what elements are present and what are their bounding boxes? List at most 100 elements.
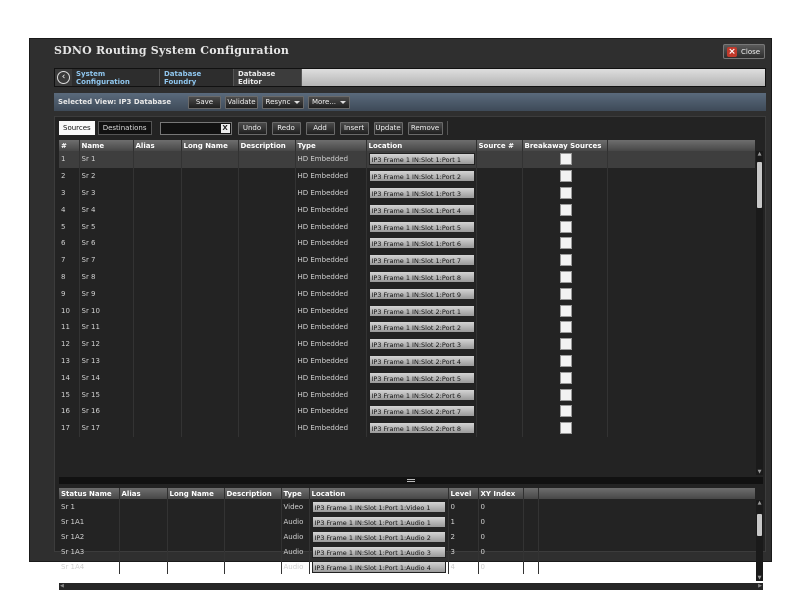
- source-alias[interactable]: [133, 268, 182, 286]
- source-type[interactable]: HD Embedded: [295, 386, 367, 403]
- sources-column-header[interactable]: Type: [295, 140, 367, 151]
- source-type[interactable]: HD Embedded: [295, 285, 367, 303]
- source-number[interactable]: [476, 302, 523, 319]
- tab-sources[interactable]: Sources: [59, 121, 95, 135]
- source-long-name[interactable]: [181, 218, 239, 235]
- source-description[interactable]: [238, 218, 296, 235]
- table-row[interactable]: 8 Sr 8 HD Embedded IP3 Frame 1 IN:Slot 1:Po…: [59, 268, 755, 286]
- source-alias[interactable]: [133, 335, 182, 353]
- details-column-header[interactable]: Location: [309, 488, 449, 499]
- breakaway-checkbox[interactable]: [559, 304, 572, 317]
- table-row[interactable]: Sr 1A3 Audio IP3 Frame 1 IN:Slot 1:Port 1:…: [59, 544, 755, 559]
- detail-long-name[interactable]: [167, 499, 225, 514]
- source-number[interactable]: [476, 184, 523, 202]
- detail-level[interactable]: 0: [448, 499, 479, 514]
- source-name[interactable]: Sr 7: [79, 251, 134, 269]
- detail-type[interactable]: Audio: [281, 514, 310, 529]
- source-name[interactable]: Sr 13: [79, 352, 134, 370]
- table-row[interactable]: Sr 1A1 Audio IP3 Frame 1 IN:Slot 1:Port 1:…: [59, 514, 755, 529]
- breakaway-checkbox[interactable]: [559, 170, 572, 183]
- breakaway-checkbox[interactable]: [559, 405, 572, 418]
- table-row[interactable]: 3 Sr 3 HD Embedded IP3 Frame 1 IN:Slot 1:Po…: [59, 184, 755, 202]
- source-alias[interactable]: [133, 302, 182, 319]
- source-type[interactable]: HD Embedded: [295, 201, 367, 219]
- source-location-button[interactable]: IP3 Frame 1 IN:Slot 2:Port 2: [368, 321, 475, 334]
- source-number[interactable]: [476, 386, 523, 403]
- details-column-header[interactable]: Level: [448, 488, 479, 499]
- source-alias[interactable]: [133, 167, 182, 185]
- source-description[interactable]: [238, 285, 296, 303]
- detail-type[interactable]: Audio: [281, 544, 310, 559]
- source-number[interactable]: [476, 369, 523, 387]
- source-long-name[interactable]: [181, 386, 239, 403]
- details-column-header[interactable]: XY Index: [478, 488, 524, 499]
- resync-button[interactable]: Resync: [262, 95, 304, 109]
- source-number[interactable]: [476, 268, 523, 286]
- detail-alias[interactable]: [119, 559, 168, 574]
- detail-long-name[interactable]: [167, 544, 225, 559]
- source-number[interactable]: [476, 218, 523, 235]
- source-name[interactable]: Sr 11: [79, 318, 134, 336]
- source-location-button[interactable]: IP3 Frame 1 IN:Slot 1:Port 3: [368, 186, 475, 199]
- detail-location-button[interactable]: IP3 Frame 1 IN:Slot 1:Port 1:Video 1: [311, 500, 446, 513]
- source-description[interactable]: [238, 184, 296, 202]
- sources-column-header[interactable]: Breakaway Sources: [522, 140, 608, 151]
- detail-long-name[interactable]: [167, 514, 225, 529]
- source-description[interactable]: [238, 419, 296, 437]
- more-button[interactable]: More...: [308, 95, 350, 109]
- source-type[interactable]: HD Embedded: [295, 402, 367, 420]
- source-location-button[interactable]: IP3 Frame 1 IN:Slot 2:Port 3: [368, 338, 475, 351]
- source-name[interactable]: Sr 12: [79, 335, 134, 353]
- detail-xy-index[interactable]: 0: [478, 544, 524, 559]
- source-type[interactable]: HD Embedded: [295, 218, 367, 235]
- scroll-down-icon[interactable]: ▼: [756, 575, 763, 581]
- detail-location-button[interactable]: IP3 Frame 1 IN:Slot 1:Port 1:Audio 4: [311, 560, 446, 573]
- add-button[interactable]: Add: [305, 121, 335, 135]
- source-type[interactable]: HD Embedded: [295, 251, 367, 269]
- source-number[interactable]: [476, 318, 523, 336]
- details-scrollbar[interactable]: ▲ ▼: [756, 500, 763, 581]
- source-alias[interactable]: [133, 184, 182, 202]
- breakaway-checkbox[interactable]: [559, 153, 572, 166]
- table-row[interactable]: 14 Sr 14 HD Embedded IP3 Frame 1 IN:Slot 2:…: [59, 369, 755, 387]
- breakaway-checkbox[interactable]: [559, 237, 572, 250]
- source-name[interactable]: Sr 6: [79, 234, 134, 252]
- update-button[interactable]: Update: [373, 121, 403, 135]
- source-long-name[interactable]: [181, 167, 239, 185]
- table-row[interactable]: Sr 1A2 Audio IP3 Frame 1 IN:Slot 1:Port 1:…: [59, 529, 755, 544]
- table-row[interactable]: 1 Sr 1 HD Embedded IP3 Frame 1 IN:Slot 1:Po…: [59, 151, 755, 168]
- source-name[interactable]: Sr 14: [79, 369, 134, 387]
- source-name[interactable]: Sr 1: [79, 151, 134, 168]
- table-row[interactable]: 6 Sr 6 HD Embedded IP3 Frame 1 IN:Slot 1:Po…: [59, 234, 755, 252]
- table-row[interactable]: 11 Sr 11 HD Embedded IP3 Frame 1 IN:Slot 2:…: [59, 318, 755, 336]
- source-description[interactable]: [238, 234, 296, 252]
- source-number[interactable]: [476, 167, 523, 185]
- source-number[interactable]: [476, 151, 523, 168]
- details-column-header[interactable]: Alias: [119, 488, 168, 499]
- source-long-name[interactable]: [181, 268, 239, 286]
- source-name[interactable]: Sr 8: [79, 268, 134, 286]
- source-name[interactable]: Sr 16: [79, 402, 134, 420]
- source-number[interactable]: [476, 402, 523, 420]
- source-type[interactable]: HD Embedded: [295, 302, 367, 319]
- source-location-button[interactable]: IP3 Frame 1 IN:Slot 2:Port 5: [368, 371, 475, 384]
- table-row[interactable]: Sr 1A4 Audio IP3 Frame 1 IN:Slot 1:Port 1:…: [59, 559, 755, 574]
- source-name[interactable]: Sr 17: [79, 419, 134, 437]
- source-location-button[interactable]: IP3 Frame 1 IN:Slot 2:Port 1: [368, 304, 475, 317]
- table-row[interactable]: 5 Sr 5 HD Embedded IP3 Frame 1 IN:Slot 1:Po…: [59, 218, 755, 235]
- source-name[interactable]: Sr 9: [79, 285, 134, 303]
- source-type[interactable]: HD Embedded: [295, 335, 367, 353]
- breakaway-checkbox[interactable]: [559, 270, 572, 283]
- breakaway-checkbox[interactable]: [559, 371, 572, 384]
- breakaway-checkbox[interactable]: [559, 220, 572, 233]
- source-long-name[interactable]: [181, 335, 239, 353]
- detail-level[interactable]: 2: [448, 529, 479, 544]
- source-number[interactable]: [476, 285, 523, 303]
- source-location-button[interactable]: IP3 Frame 1 IN:Slot 2:Port 4: [368, 354, 475, 367]
- source-description[interactable]: [238, 201, 296, 219]
- breakaway-checkbox[interactable]: [559, 321, 572, 334]
- sources-column-header[interactable]: Name: [79, 140, 134, 151]
- source-description[interactable]: [238, 386, 296, 403]
- scroll-up-icon[interactable]: ▲: [756, 151, 763, 157]
- remove-button[interactable]: Remove: [407, 121, 443, 135]
